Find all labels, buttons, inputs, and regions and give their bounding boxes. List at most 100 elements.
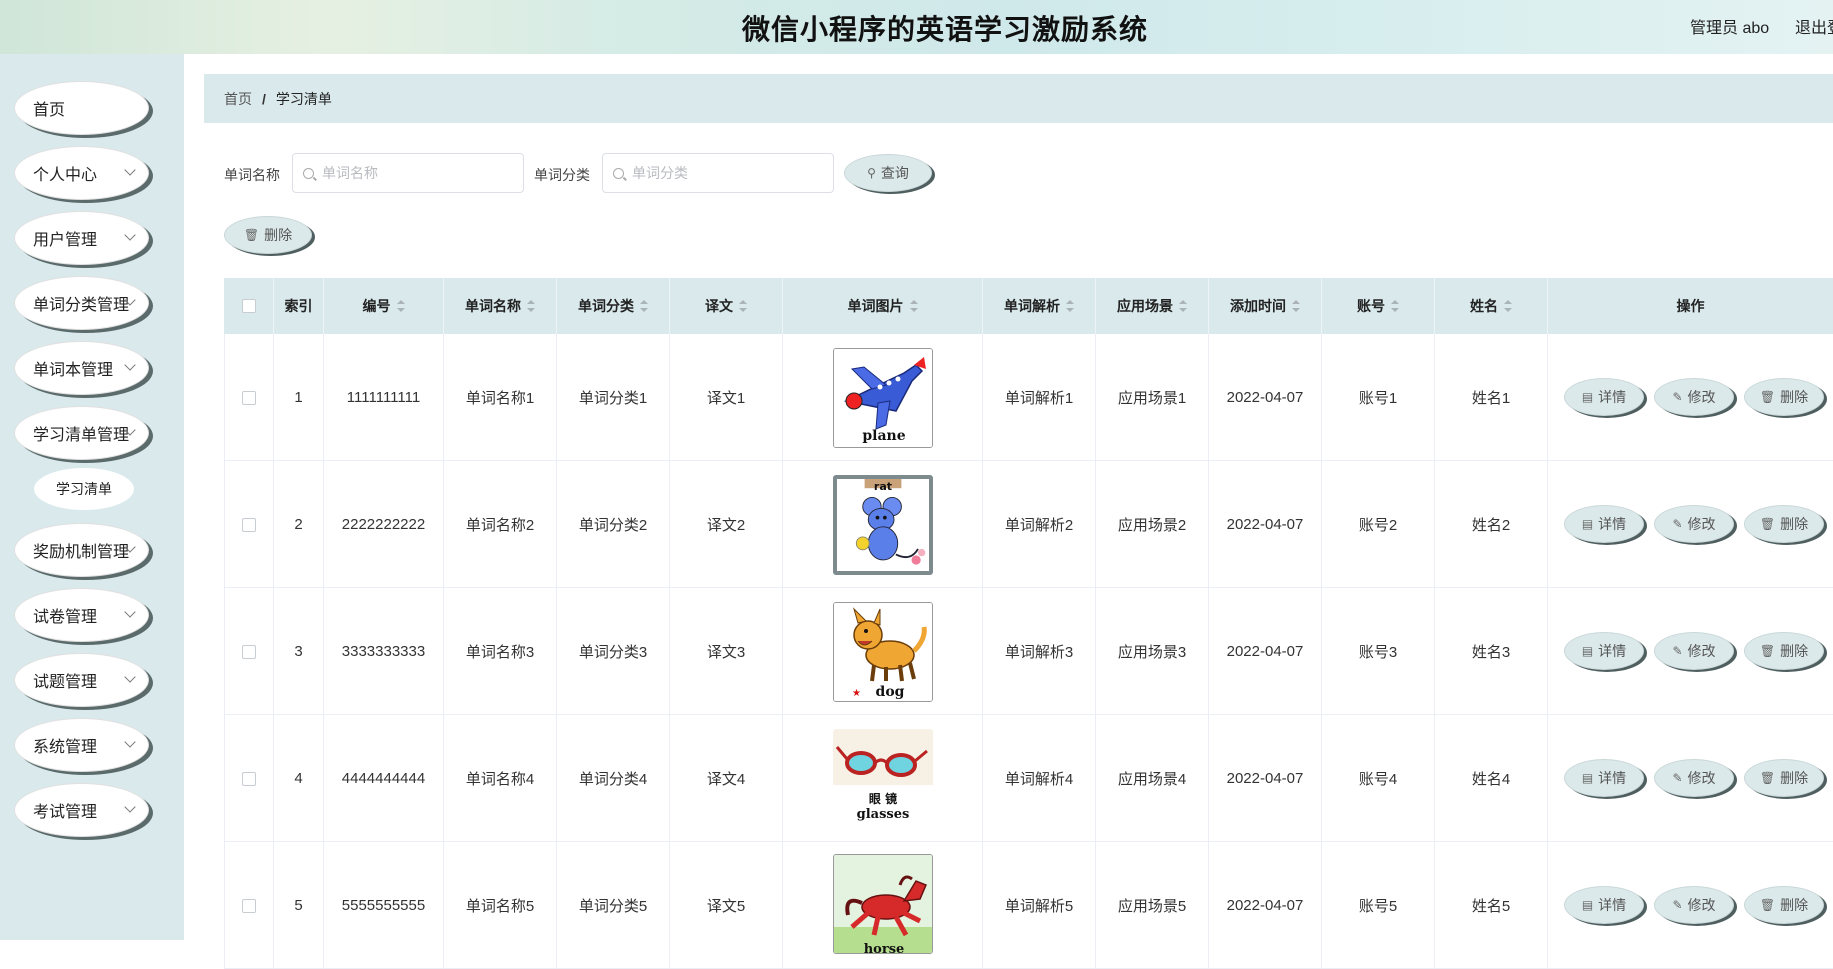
detail-button[interactable]: ▤ 详情 bbox=[1564, 759, 1644, 797]
row-checkbox[interactable] bbox=[242, 517, 256, 532]
sidebar-item-user-management[interactable]: 用户管理 bbox=[14, 211, 149, 265]
sidebar-item-reward-management[interactable]: 奖励机制管理 bbox=[14, 523, 149, 577]
column-header-name[interactable]: 姓名 bbox=[1435, 278, 1548, 334]
cell-name: 姓名1 bbox=[1435, 334, 1548, 461]
cell-word-category: 单词分类1 bbox=[557, 334, 670, 461]
detail-button[interactable]: ▤ 详情 bbox=[1564, 378, 1644, 416]
cell-index: 5 bbox=[274, 842, 324, 969]
sort-icon[interactable] bbox=[527, 300, 535, 312]
column-header-add-time[interactable]: 添加时间 bbox=[1209, 278, 1322, 334]
word-category-input[interactable] bbox=[632, 165, 802, 181]
word-image-caption-cn: 眼 镜 bbox=[868, 791, 896, 806]
word-name-search-field[interactable] bbox=[292, 153, 524, 193]
column-header-word-image[interactable]: 单词图片 bbox=[783, 278, 983, 334]
sort-icon[interactable] bbox=[396, 300, 405, 312]
cell-name: 姓名2 bbox=[1435, 461, 1548, 588]
sort-icon[interactable] bbox=[640, 300, 648, 312]
cell-account: 账号1 bbox=[1322, 334, 1435, 461]
delete-button[interactable]: 🗑 删除 bbox=[1744, 886, 1824, 924]
query-button[interactable]: ⚲ 查询 bbox=[844, 154, 932, 192]
cell-word-category: 单词分类2 bbox=[557, 461, 670, 588]
word-image-glasses[interactable]: 眼 镜 glasses bbox=[832, 728, 933, 829]
edit-button[interactable]: ✎ 修改 bbox=[1654, 378, 1734, 416]
row-checkbox[interactable] bbox=[242, 644, 256, 659]
cell-word-category: 单词分类3 bbox=[557, 588, 670, 715]
delete-button-label: 删除 bbox=[1780, 643, 1809, 659]
row-checkbox[interactable] bbox=[242, 390, 256, 405]
sort-icon[interactable] bbox=[909, 300, 918, 312]
detail-button[interactable]: ▤ 详情 bbox=[1564, 505, 1644, 543]
sidebar-item-question-management[interactable]: 试题管理 bbox=[14, 653, 149, 707]
cell-account: 账号5 bbox=[1322, 842, 1435, 969]
app-title: 微信小程序的英语学习激励系统 bbox=[741, 14, 1148, 45]
query-button-label: 查询 bbox=[880, 165, 909, 181]
sidebar-subitem-study-list[interactable]: 学习清单 bbox=[34, 468, 134, 510]
column-header-analysis[interactable]: 单词解析 bbox=[983, 278, 1096, 334]
cell-translation: 译文4 bbox=[670, 715, 783, 842]
word-image-horse[interactable]: horse bbox=[832, 854, 933, 954]
edit-button[interactable]: ✎ 修改 bbox=[1654, 632, 1734, 670]
trash-icon: 🗑 bbox=[1759, 390, 1776, 404]
column-header-index: 索引 bbox=[274, 278, 324, 334]
cell-word-name: 单词名称2 bbox=[444, 461, 557, 588]
delete-button[interactable]: 🗑 删除 bbox=[1744, 632, 1824, 670]
sort-icon[interactable] bbox=[1391, 300, 1399, 312]
sort-icon[interactable] bbox=[1292, 300, 1300, 312]
word-image-rat[interactable]: rat bbox=[832, 474, 933, 575]
batch-delete-button[interactable]: 🗑 删除 bbox=[224, 216, 312, 254]
column-header-scene[interactable]: 应用场景 bbox=[1096, 278, 1209, 334]
select-all-checkbox[interactable] bbox=[241, 299, 256, 313]
sidebar-item-study-list-management[interactable]: 学习清单管理 bbox=[14, 406, 149, 460]
cell-name: 姓名3 bbox=[1435, 588, 1548, 715]
edit-button[interactable]: ✎ 修改 bbox=[1654, 505, 1734, 543]
column-header-code[interactable]: 编号 bbox=[324, 278, 444, 334]
sort-icon[interactable] bbox=[1066, 300, 1074, 312]
sidebar-item-label: 用户管理 bbox=[33, 232, 98, 249]
sidebar-item-system-management[interactable]: 系统管理 bbox=[14, 718, 149, 772]
word-image-dog[interactable]: ★ dog bbox=[832, 601, 933, 702]
detail-button[interactable]: ▤ 详情 bbox=[1564, 886, 1644, 924]
word-category-search-field[interactable] bbox=[602, 153, 834, 193]
edit-button-label: 修改 bbox=[1687, 897, 1716, 913]
cell-add-time: 2022-04-07 bbox=[1209, 715, 1322, 842]
pencil-icon: ✎ bbox=[1672, 390, 1683, 404]
cell-word-category: 单词分类4 bbox=[557, 715, 670, 842]
column-header-word-name[interactable]: 单词名称 bbox=[444, 278, 557, 334]
word-image-plane[interactable]: plane bbox=[832, 347, 933, 448]
edit-button[interactable]: ✎ 修改 bbox=[1654, 759, 1734, 797]
logout-link[interactable]: 退出登录 bbox=[1795, 14, 1833, 38]
edit-button-label: 修改 bbox=[1687, 643, 1716, 659]
sort-icon[interactable] bbox=[1179, 300, 1187, 312]
column-header-account[interactable]: 账号 bbox=[1322, 278, 1435, 334]
sidebar-item-home[interactable]: 首页 bbox=[14, 81, 149, 135]
sidebar-item-personal-center[interactable]: 个人中心 bbox=[14, 146, 149, 200]
delete-button[interactable]: 🗑 删除 bbox=[1744, 378, 1824, 416]
edit-button[interactable]: ✎ 修改 bbox=[1654, 886, 1734, 924]
sidebar-item-exam-management[interactable]: 考试管理 bbox=[14, 783, 149, 837]
sort-icon[interactable] bbox=[1504, 300, 1512, 312]
sidebar-item-word-category-management[interactable]: 单词分类管理 bbox=[14, 276, 149, 330]
batch-delete-button-label: 删除 bbox=[264, 227, 293, 243]
row-select-cell bbox=[224, 334, 274, 461]
edit-button-label: 修改 bbox=[1687, 516, 1716, 532]
sort-icon[interactable] bbox=[739, 300, 747, 312]
column-header-translation[interactable]: 译文 bbox=[670, 278, 783, 334]
row-checkbox[interactable] bbox=[242, 898, 256, 913]
cell-actions: ▤ 详情 ✎ 修改 🗑 删除 bbox=[1548, 461, 1833, 588]
cell-word-name: 单词名称1 bbox=[444, 334, 557, 461]
delete-button[interactable]: 🗑 删除 bbox=[1744, 759, 1824, 797]
delete-button[interactable]: 🗑 删除 bbox=[1744, 505, 1824, 543]
sidebar: 首页 个人中心 用户管理 单词分类管理 单词本管理 学习清单管理 学习清单 奖励… bbox=[0, 54, 184, 940]
word-image-caption: plane bbox=[862, 428, 905, 444]
row-checkbox[interactable] bbox=[242, 771, 256, 786]
detail-button[interactable]: ▤ 详情 bbox=[1564, 632, 1644, 670]
column-header-word-category[interactable]: 单词分类 bbox=[557, 278, 670, 334]
word-name-input[interactable] bbox=[322, 165, 492, 181]
cell-actions: ▤ 详情 ✎ 修改 🗑 删除 bbox=[1548, 715, 1833, 842]
search-icon: ⚲ bbox=[867, 166, 876, 180]
breadcrumb-home[interactable]: 首页 bbox=[224, 89, 252, 109]
pencil-icon: ✎ bbox=[1672, 644, 1683, 658]
sidebar-item-exam-paper-management[interactable]: 试卷管理 bbox=[14, 588, 149, 642]
sidebar-item-wordbook-management[interactable]: 单词本管理 bbox=[14, 341, 149, 395]
cell-add-time: 2022-04-07 bbox=[1209, 588, 1322, 715]
